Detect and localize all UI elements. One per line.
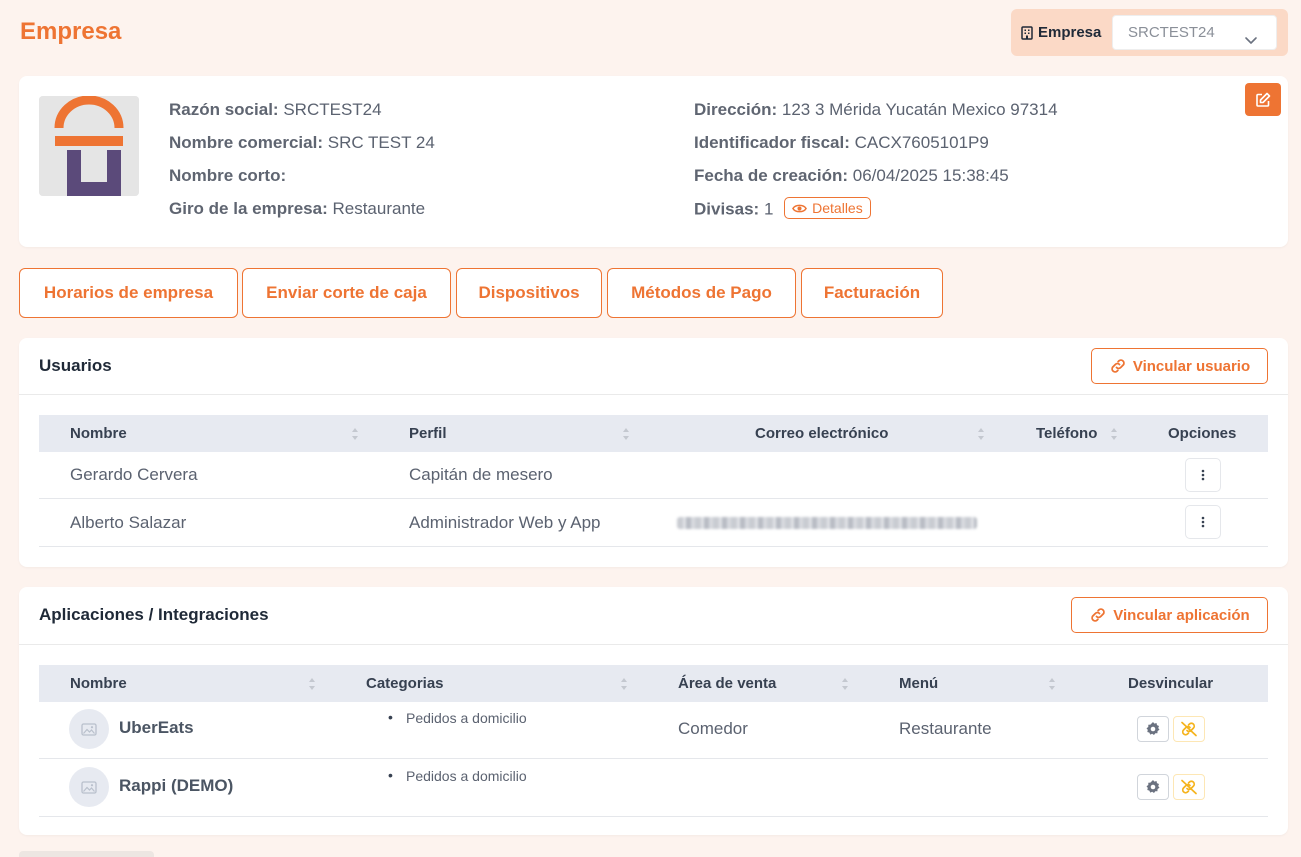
detalles-button[interactable]: Detalles xyxy=(784,197,871,219)
identificador-value: CACX7605101P9 xyxy=(854,133,989,152)
col-nombre[interactable]: Nombre xyxy=(70,415,127,452)
tab-enviar-corte-caja[interactable]: Enviar corte de caja xyxy=(242,268,451,318)
dots-vertical-icon xyxy=(1201,469,1205,481)
apps-table-header: Nombre Categorias Área de venta Menú Des… xyxy=(39,665,1268,702)
fecha-value: 06/04/2025 15:38:45 xyxy=(852,166,1009,185)
divisas-value: 1 xyxy=(763,199,774,219)
app-name: Rappi (DEMO) xyxy=(119,776,234,795)
gear-icon xyxy=(1146,780,1160,793)
tab-metodos-pago[interactable]: Métodos de Pago xyxy=(607,268,796,318)
user-options-button[interactable] xyxy=(1185,458,1221,492)
link-user-label: Vincular usuario xyxy=(1132,357,1251,375)
col-telefono[interactable]: Teléfono xyxy=(1036,415,1097,452)
row-divider xyxy=(39,758,1268,759)
razon-social-row: Razón social: SRCTEST24 xyxy=(169,100,382,119)
fecha-row: Fecha de creación: 06/04/2025 15:38:45 xyxy=(694,166,1009,185)
sort-icon xyxy=(978,428,984,440)
col-correo[interactable]: Correo electrónico xyxy=(755,415,888,452)
edit-icon xyxy=(1256,92,1271,107)
col-opciones: Opciones xyxy=(1168,425,1237,442)
app-settings-button[interactable] xyxy=(1137,716,1169,742)
col-app-area[interactable]: Área de venta xyxy=(678,665,776,702)
users-header-divider xyxy=(19,394,1288,395)
direccion-row: Dirección: 123 3 Mérida Yucatán Mexico 9… xyxy=(694,100,1058,119)
row-divider xyxy=(39,498,1268,499)
dots-vertical-icon xyxy=(1201,516,1205,528)
sort-icon xyxy=(623,428,629,440)
image-placeholder-icon xyxy=(81,722,97,736)
app-avatar xyxy=(69,767,109,807)
app-settings-button[interactable] xyxy=(1137,774,1169,800)
giro-row: Giro de la empresa: Restaurante xyxy=(169,199,426,218)
app-category-item: Pedidos a domicilio xyxy=(388,767,527,784)
apps-header-divider xyxy=(19,644,1288,645)
users-table-header: Nombre Perfil Correo electrónico Teléfon… xyxy=(39,415,1268,452)
app-menu: Restaurante xyxy=(899,719,992,738)
company-selector-label: Empresa xyxy=(1038,24,1102,41)
users-card: Usuarios Vincular usuario Nombre Perfil … xyxy=(19,338,1288,567)
app-avatar xyxy=(69,709,109,749)
sort-icon xyxy=(1049,678,1055,690)
page-title: Empresa xyxy=(20,18,122,45)
tab-horarios-empresa[interactable]: Horarios de empresa xyxy=(19,268,238,318)
app-name: UberEats xyxy=(119,718,194,737)
link-app-label: Vincular aplicación xyxy=(1113,606,1250,624)
tab-facturacion[interactable]: Facturación xyxy=(801,268,943,318)
tab-dispositivos[interactable]: Dispositivos xyxy=(456,268,602,318)
sort-icon xyxy=(621,678,627,690)
user-email-redacted xyxy=(677,517,977,529)
user-profile: Capitán de mesero xyxy=(409,465,553,484)
nombre-comercial-value: SRC TEST 24 xyxy=(327,133,435,152)
company-select[interactable]: SRCTEST24 xyxy=(1112,15,1277,50)
company-info-card: Razón social: SRCTEST24 Nombre comercial… xyxy=(19,76,1288,247)
link-app-button[interactable]: Vincular aplicación xyxy=(1071,597,1268,633)
col-perfil[interactable]: Perfil xyxy=(409,415,447,452)
edit-company-button[interactable] xyxy=(1245,83,1281,116)
col-app-nombre[interactable]: Nombre xyxy=(70,665,127,702)
apps-card: Aplicaciones / Integraciones Vincular ap… xyxy=(19,587,1288,835)
sort-icon xyxy=(309,678,315,690)
next-card-edge xyxy=(19,851,154,857)
unlink-icon xyxy=(1181,721,1197,737)
gear-icon xyxy=(1146,722,1160,735)
app-area: Comedor xyxy=(678,719,748,738)
identificador-row: Identificador fiscal: CACX7605101P9 xyxy=(694,133,989,152)
row-divider xyxy=(39,816,1268,817)
nombre-comercial-row: Nombre comercial: SRC TEST 24 xyxy=(169,133,435,152)
company-select-value: SRCTEST24 xyxy=(1128,24,1215,41)
company-logo xyxy=(39,96,139,196)
unlink-icon xyxy=(1181,779,1197,795)
chevron-down-icon xyxy=(1244,26,1258,44)
link-icon xyxy=(1111,359,1125,373)
direccion-value: 123 3 Mérida Yucatán Mexico 97314 xyxy=(781,100,1058,119)
razon-social-value: SRCTEST24 xyxy=(283,100,382,119)
app-unlink-button[interactable] xyxy=(1173,716,1205,742)
col-app-menu[interactable]: Menú xyxy=(899,665,938,702)
nombre-corto-row: Nombre corto: xyxy=(169,166,287,185)
sort-icon xyxy=(842,678,848,690)
link-icon xyxy=(1091,608,1106,622)
user-profile: Administrador Web y App xyxy=(409,513,601,532)
sort-icon xyxy=(352,428,358,440)
link-user-button[interactable]: Vincular usuario xyxy=(1091,348,1268,384)
app-unlink-button[interactable] xyxy=(1173,774,1205,800)
users-section-title: Usuarios xyxy=(39,356,112,375)
detalles-label: Detalles xyxy=(812,200,863,216)
row-divider xyxy=(39,546,1268,547)
image-placeholder-icon xyxy=(81,780,97,794)
eye-icon xyxy=(792,204,808,212)
apps-section-title: Aplicaciones / Integraciones xyxy=(39,605,269,624)
company-selector: Empresa SRCTEST24 xyxy=(1011,9,1288,56)
user-name: Alberto Salazar xyxy=(70,513,187,532)
col-app-categorias[interactable]: Categorias xyxy=(366,665,444,702)
app-category-item: Pedidos a domicilio xyxy=(388,709,527,726)
sort-icon xyxy=(1111,428,1117,440)
user-options-button[interactable] xyxy=(1185,505,1221,539)
giro-value: Restaurante xyxy=(332,199,426,218)
divisas-row: Divisas: 1 Detalles xyxy=(694,197,871,220)
user-name: Gerardo Cervera xyxy=(70,465,198,484)
building-icon xyxy=(1021,25,1033,40)
col-app-desvincular: Desvincular xyxy=(1128,675,1214,692)
